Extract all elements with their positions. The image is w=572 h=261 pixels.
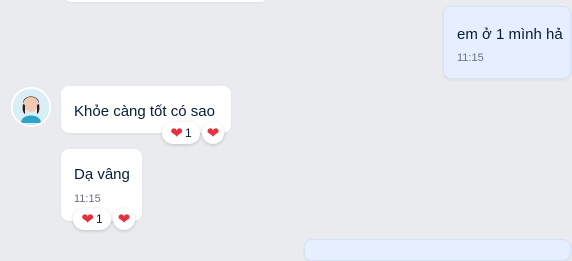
- message-text: em ở 1 mình hả: [457, 26, 563, 43]
- avatar-image: [13, 89, 49, 125]
- message-bubble-sent[interactable]: em ở 1 mình hả 11:15: [443, 6, 571, 79]
- add-reaction-button[interactable]: ❤: [202, 122, 224, 144]
- reaction-count: 1: [95, 212, 103, 226]
- message-text: Dạ vâng: [74, 166, 130, 183]
- reaction-count: 1: [184, 126, 192, 140]
- heart-icon: ❤: [206, 124, 220, 142]
- heart-icon: ❤: [170, 124, 183, 142]
- avatar[interactable]: [11, 87, 51, 127]
- reaction-summary[interactable]: ❤ 1: [162, 122, 200, 144]
- add-reaction-button[interactable]: ❤: [113, 208, 135, 230]
- heart-icon: ❤: [117, 210, 131, 228]
- message-time: 11:15: [74, 193, 101, 205]
- message-text: Khỏe càng tốt có sao: [74, 103, 215, 120]
- message-bubble-partial-bottom: [304, 239, 571, 261]
- message-time: 11:15: [457, 52, 484, 64]
- reaction-summary[interactable]: ❤ 1: [73, 208, 111, 230]
- message-bubble-partial-top: [63, 0, 268, 2]
- heart-icon: ❤: [81, 210, 94, 228]
